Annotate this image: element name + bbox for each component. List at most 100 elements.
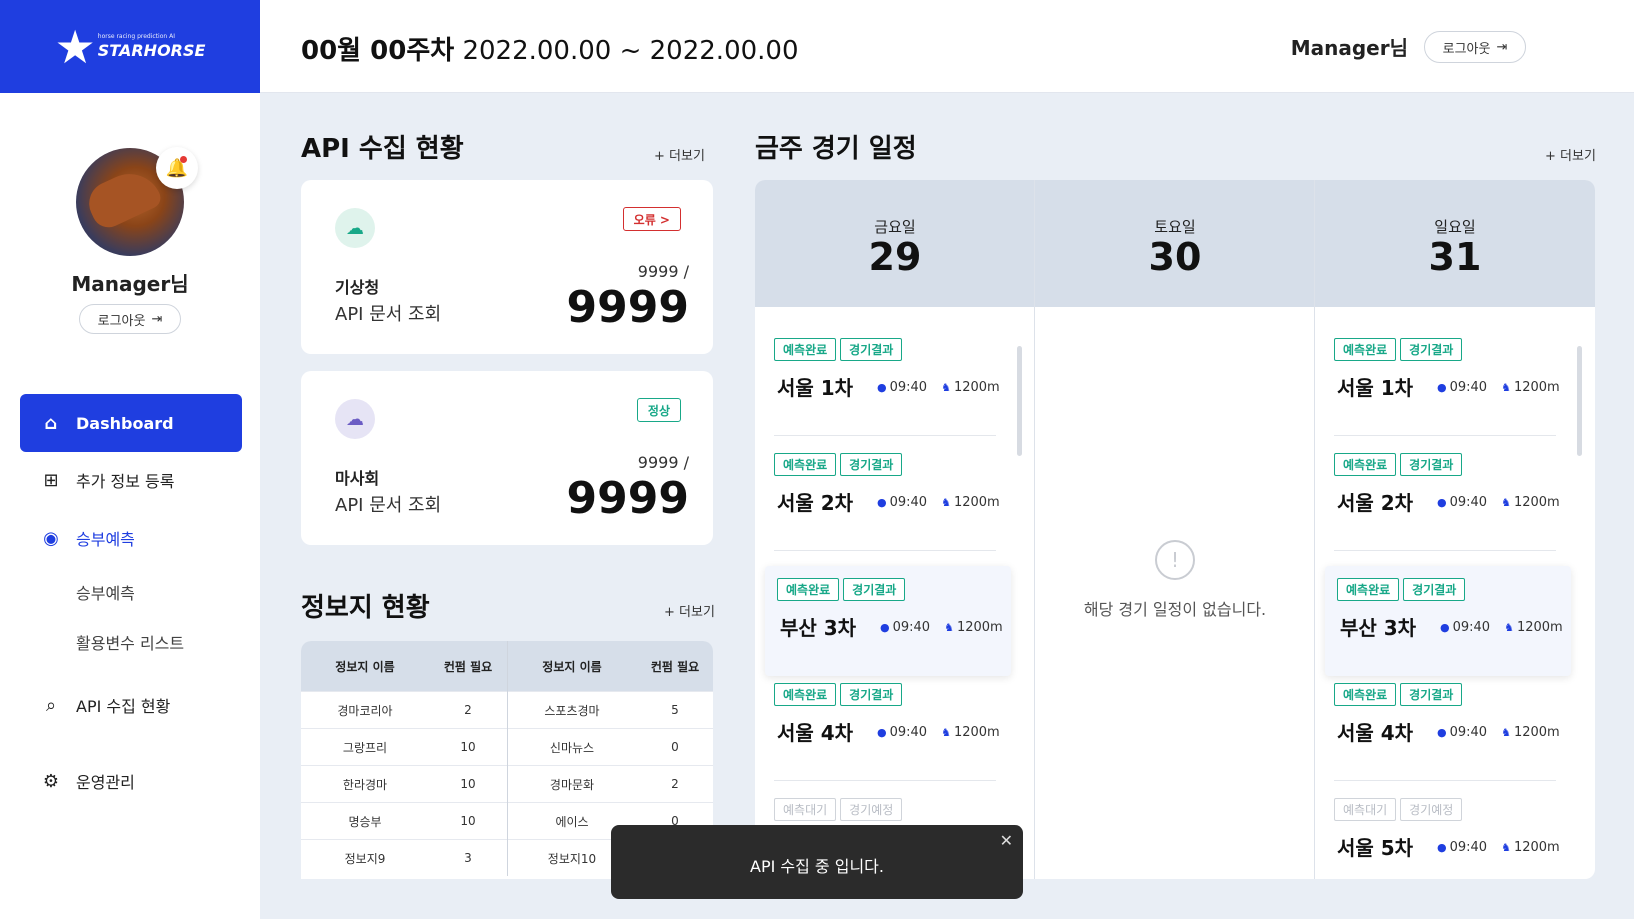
info-name-cell[interactable]: 신마뉴스 <box>508 728 636 765</box>
schedule-section-title: 금주 경기 일정 <box>755 134 917 164</box>
race-time: 09:40 <box>1449 495 1488 510</box>
sidebar-item-api-status[interactable]: ⌕ API 수집 현황 <box>20 676 242 734</box>
api-section-title: API 수집 현황 <box>301 134 464 164</box>
race-item[interactable]: 예측완료 경기결과 서울 2차 ● 09:40 ♞ 1200m <box>762 441 1008 551</box>
schedule-more-link[interactable]: + 더보기 <box>1545 145 1596 164</box>
prediction-tag[interactable]: 예측대기 <box>1334 798 1397 821</box>
prediction-tag[interactable]: 예측완료 <box>1337 578 1400 601</box>
day-name: 토요일 <box>1154 218 1196 236</box>
close-icon[interactable]: ✕ <box>1000 831 1013 850</box>
prediction-tag[interactable]: 예측대기 <box>774 798 837 821</box>
prediction-tag[interactable]: 예측완료 <box>774 338 837 361</box>
confirm-count-cell: 5 <box>636 691 713 728</box>
toast-message: API 수집 중 입니다. <box>750 857 884 876</box>
race-time: 09:40 <box>1452 620 1491 635</box>
header-logout-button[interactable]: 로그아웃 ⇥ <box>1424 31 1526 63</box>
brand-logo[interactable]: ★ horse racing prediction AI STARHORSE <box>0 0 260 93</box>
info-name-cell[interactable]: 스포츠경마 <box>508 691 636 728</box>
horse-icon: ♞ <box>1504 621 1514 634</box>
race-time: 09:40 <box>1449 380 1488 395</box>
api-org-name: 기상청 <box>335 278 380 297</box>
result-tag[interactable]: 경기결과 <box>1400 338 1463 361</box>
api-count-small: 9999 / <box>637 453 689 472</box>
api-count-big: 9999 <box>566 282 689 333</box>
confirm-count-cell: 10 <box>429 802 507 839</box>
prediction-tag[interactable]: 예측완료 <box>777 578 840 601</box>
logo-name: STARHORSE <box>97 41 206 60</box>
api-card-weather[interactable]: ☁ 오류 > 기상청 API 문서 조회 9999 / 9999 <box>301 180 713 354</box>
result-tag[interactable]: 경기결과 <box>840 453 903 476</box>
sidebar-item-add-info[interactable]: ⊞ 추가 정보 등록 <box>20 451 242 509</box>
race-item[interactable]: 예측완료 경기결과 서울 4차 ● 09:40 ♞ 1200m <box>1322 671 1568 781</box>
info-name-cell[interactable]: 정보지9 <box>301 839 429 876</box>
info-name-cell[interactable]: 그랑프리 <box>301 728 429 765</box>
api-more-link[interactable]: + 더보기 <box>654 145 705 164</box>
race-name: 서울 4차 <box>1337 721 1414 745</box>
confirm-count-cell: 0 <box>636 728 713 765</box>
result-tag[interactable]: 경기결과 <box>843 578 906 601</box>
sidebar-item-label: 운영관리 <box>76 773 135 792</box>
sidebar-subitem-variables[interactable]: 활용변수 리스트 <box>76 630 184 654</box>
sidebar-logout-button[interactable]: 로그아웃 ⇥ <box>79 304 181 334</box>
result-tag[interactable]: 경기예정 <box>1400 798 1463 821</box>
race-time: 09:40 <box>1449 840 1488 855</box>
race-distance: 1200m <box>953 725 1000 740</box>
result-tag[interactable]: 경기결과 <box>1400 683 1463 706</box>
result-tag[interactable]: 경기결과 <box>840 683 903 706</box>
result-tag[interactable]: 경기결과 <box>1403 578 1466 601</box>
logo-tagline: horse racing prediction AI <box>97 33 175 40</box>
race-item[interactable]: 예측완료 경기결과 서울 1차 ● 09:40 ♞ 1200m <box>762 326 1008 436</box>
status-badge-normal[interactable]: 정상 <box>636 398 681 422</box>
race-item[interactable]: 예측완료 경기결과 서울 1차 ● 09:40 ♞ 1200m <box>1322 326 1568 436</box>
prediction-tag[interactable]: 예측완료 <box>1334 338 1397 361</box>
logout-label: 로그아웃 <box>1442 41 1491 57</box>
race-distance: 1200m <box>1516 620 1563 635</box>
sidebar-subitem-prediction[interactable]: 승부예측 <box>76 580 135 604</box>
confirm-count-cell: 10 <box>429 765 507 802</box>
eye-icon: ◉ <box>43 527 59 549</box>
prediction-tag[interactable]: 예측완료 <box>774 683 837 706</box>
sidebar-item-operations[interactable]: ⚙ 운영관리 <box>20 752 242 810</box>
api-card-kra[interactable]: ☁ 정상 마사회 API 문서 조회 9999 / 9999 <box>301 371 713 545</box>
clock-icon: ● <box>1437 496 1447 509</box>
info-name-cell[interactable]: 경마코리아 <box>301 691 429 728</box>
race-name: 서울 1차 <box>1337 376 1414 400</box>
saturday-empty-state: ! 해당 경기 일정이 없습니다. <box>1035 540 1315 620</box>
clock-icon: ● <box>877 726 887 739</box>
prediction-tag[interactable]: 예측완료 <box>774 453 837 476</box>
info-more-link[interactable]: + 더보기 <box>664 601 715 620</box>
prediction-tag[interactable]: 예측완료 <box>1334 683 1397 706</box>
notification-bell-icon[interactable]: 🔔 <box>156 147 198 189</box>
race-distance: 1200m <box>953 380 1000 395</box>
result-tag[interactable]: 경기예정 <box>840 798 903 821</box>
race-item[interactable]: 예측완료 경기결과 부산 3차 ● 09:40 ♞ 1200m <box>1325 566 1571 676</box>
horse-icon: ♞ <box>1501 726 1511 739</box>
race-item[interactable]: 예측완료 경기결과 부산 3차 ● 09:40 ♞ 1200m <box>765 566 1011 676</box>
info-name-cell[interactable]: 경마문화 <box>508 765 636 802</box>
sidebar-item-label: API 수집 현황 <box>76 697 171 716</box>
logout-label: 로그아웃 <box>97 313 146 329</box>
sunday-scrollbar[interactable] <box>1577 346 1582 456</box>
horse-icon: ♞ <box>941 496 951 509</box>
sidebar-item-prediction[interactable]: ◉ 승부예측 <box>20 509 242 567</box>
result-tag[interactable]: 경기결과 <box>1400 453 1463 476</box>
prediction-tag[interactable]: 예측완료 <box>1334 453 1397 476</box>
info-name-cell[interactable]: 한라경마 <box>301 765 429 802</box>
friday-scrollbar[interactable] <box>1017 346 1022 456</box>
sidebar-item-dashboard[interactable]: ⌂ Dashboard <box>20 394 242 452</box>
info-name-cell[interactable]: 명승부 <box>301 802 429 839</box>
result-tag[interactable]: 경기결과 <box>840 338 903 361</box>
day-friday: 금요일 29 <box>755 180 1035 307</box>
race-time: 09:40 <box>892 620 931 635</box>
clock-icon: ● <box>1437 841 1447 854</box>
api-count-small: 9999 / <box>637 262 689 281</box>
status-badge-error[interactable]: 오류 > <box>622 207 681 231</box>
race-item[interactable]: 예측대기경기예정서울 5차 ●09:40 ♞1200m <box>1322 786 1568 879</box>
horse-icon: ♞ <box>941 726 951 739</box>
race-item[interactable]: 예측완료 경기결과 서울 4차 ● 09:40 ♞ 1200m <box>762 671 1008 781</box>
race-item[interactable]: 예측완료 경기결과 서울 2차 ● 09:40 ♞ 1200m <box>1322 441 1568 551</box>
race-name: 서울 5차 <box>1337 836 1414 860</box>
race-time: 09:40 <box>889 380 928 395</box>
header-user-name: Manager님 <box>1290 36 1408 60</box>
horse-icon: ♞ <box>941 381 951 394</box>
